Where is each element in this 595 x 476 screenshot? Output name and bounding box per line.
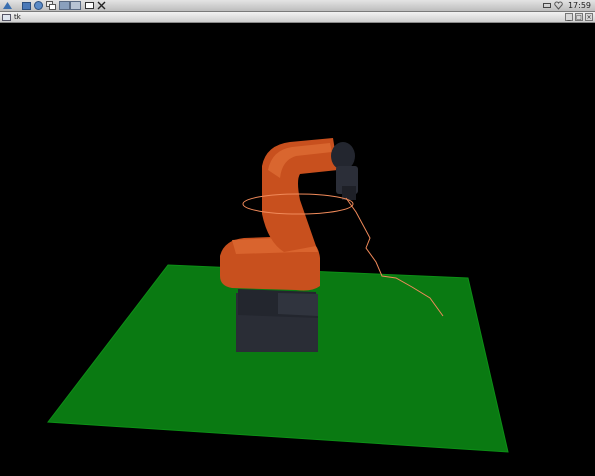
- heart-icon: [554, 1, 563, 10]
- 3d-viewport[interactable]: [0, 23, 595, 476]
- close-button[interactable]: ×: [585, 13, 593, 21]
- top-panel: 17:59: [0, 0, 595, 12]
- maximize-button[interactable]: □: [575, 13, 583, 21]
- show-desktop-icon[interactable]: [85, 1, 94, 10]
- workspace-1[interactable]: [59, 1, 70, 10]
- browser-icon[interactable]: [34, 1, 43, 10]
- x-terminal-icon[interactable]: [97, 1, 106, 10]
- windows-icon[interactable]: [46, 1, 56, 10]
- window-titlebar[interactable]: tk _ □ ×: [0, 12, 595, 23]
- wrist-joint: [331, 142, 355, 170]
- battery-icon: [543, 3, 551, 8]
- minimize-button[interactable]: _: [565, 13, 573, 21]
- workspace-2[interactable]: [70, 1, 81, 10]
- file-manager-icon[interactable]: [22, 1, 31, 10]
- window-title: tk: [14, 13, 21, 21]
- clock: 17:59: [567, 1, 591, 10]
- window-icon: [2, 14, 11, 21]
- robot-base: [236, 289, 318, 352]
- app-menu-icon[interactable]: [2, 1, 13, 10]
